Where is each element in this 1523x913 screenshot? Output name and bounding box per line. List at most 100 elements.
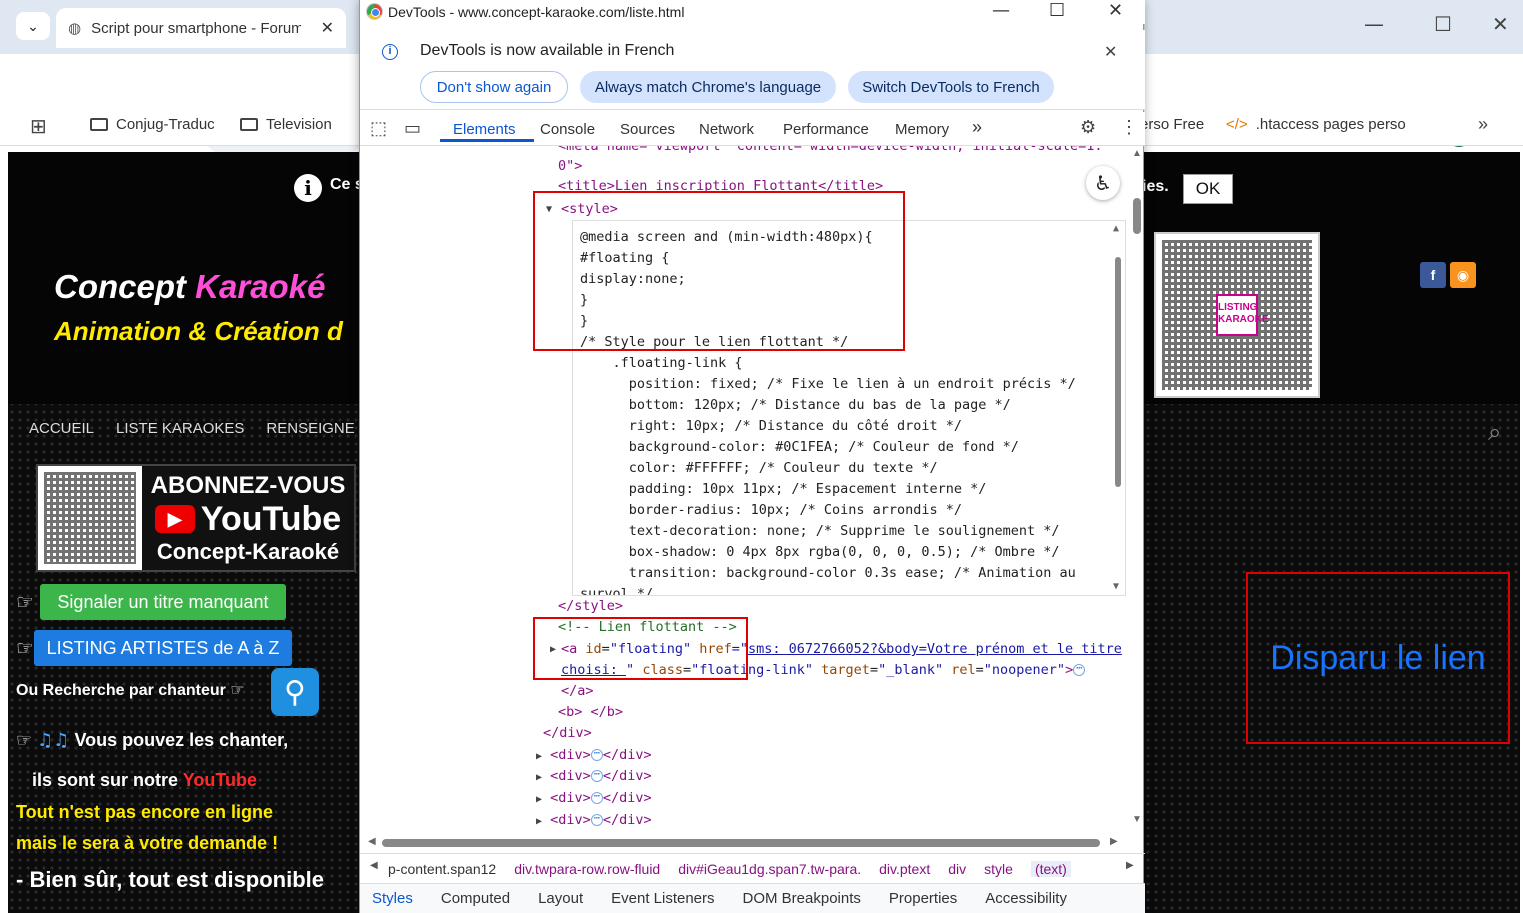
- scrollbar-thumb[interactable]: [1133, 198, 1141, 234]
- browser-tab[interactable]: ◍ Script pour smartphone - Forum ✕: [56, 8, 346, 48]
- youtube-subscribe-banner[interactable]: ABONNEZ-VOUS ▶ YouTube Concept-Karaoké: [36, 464, 356, 572]
- expand-triangle-icon[interactable]: ▶: [536, 772, 542, 783]
- switch-to-french-button[interactable]: Switch DevTools to French: [848, 71, 1054, 103]
- b-tag-line[interactable]: <b> </b>: [558, 702, 623, 723]
- scroll-left-icon[interactable]: ◀: [368, 836, 376, 847]
- tab-search-button[interactable]: ⌄: [16, 12, 50, 40]
- facebook-icon[interactable]: f: [1420, 262, 1446, 288]
- breadcrumb-item[interactable]: div#iGeau1dg.span7.tw-para.: [678, 861, 861, 877]
- crumb-right-icon[interactable]: ▶: [1126, 860, 1134, 871]
- tab-performance[interactable]: Performance: [783, 121, 869, 138]
- bookmark-conjug[interactable]: Conjug-Traduc: [90, 116, 215, 133]
- subtab-accessibility[interactable]: Accessibility: [985, 890, 1067, 907]
- infobar-message: DevTools is now available in French: [420, 42, 675, 59]
- elements-scrollbar[interactable]: ▲ ▼: [1130, 146, 1144, 830]
- subtab-event-listeners[interactable]: Event Listeners: [611, 890, 714, 907]
- bookmark-perso-free[interactable]: erso Free: [1140, 116, 1204, 133]
- nav-liste-karaokes[interactable]: LISTE KARAOKES: [116, 420, 244, 437]
- youtube-word[interactable]: YouTube: [183, 770, 257, 790]
- css-line: padding: 10px 11px; /* Espacement intern…: [580, 481, 987, 497]
- meta-line-cont[interactable]: 0">: [558, 156, 582, 177]
- subtab-layout[interactable]: Layout: [538, 890, 583, 907]
- meta-line[interactable]: <meta name="viewport" content="width=dev…: [558, 146, 1103, 157]
- singer-search-icon[interactable]: ⚲: [271, 668, 319, 716]
- match-language-button[interactable]: Always match Chrome's language: [580, 71, 836, 103]
- div-close-tag[interactable]: </div>: [543, 723, 592, 744]
- expand-triangle-icon[interactable]: ▶: [536, 794, 542, 805]
- site-tagline: Animation & Création d: [54, 316, 343, 346]
- close-tab-icon[interactable]: ✕: [321, 18, 334, 38]
- tab-sources[interactable]: Sources: [620, 121, 675, 138]
- close-window-icon[interactable]: ✕: [1492, 12, 1509, 36]
- ellipsis-icon[interactable]: ⋯: [590, 792, 603, 804]
- tab-memory[interactable]: Memory: [895, 121, 949, 138]
- maximize-icon[interactable]: ☐: [1049, 0, 1065, 21]
- settings-gear-icon[interactable]: ⚙: [1080, 117, 1096, 138]
- horizontal-scrollbar[interactable]: ◀ ▶: [368, 836, 1130, 850]
- subtab-properties[interactable]: Properties: [889, 890, 957, 907]
- accessibility-icon[interactable]: ♿: [1086, 166, 1120, 200]
- device-toolbar-icon[interactable]: ▭: [404, 118, 421, 139]
- style-close-tag[interactable]: </style>: [558, 596, 623, 617]
- tab-console[interactable]: Console: [540, 121, 595, 138]
- collapsed-div[interactable]: ▶ <div> ⋯ </div>: [536, 745, 652, 767]
- minimize-icon[interactable]: —: [1364, 12, 1384, 36]
- nav-accueil[interactable]: ACCUEIL: [29, 420, 94, 437]
- more-bookmarks-icon[interactable]: »: [1478, 114, 1488, 135]
- css-line: color: #FFFFFF; /* Couleur du texte */: [580, 460, 938, 476]
- scroll-down-icon[interactable]: ▼: [1132, 814, 1142, 825]
- breadcrumb-item[interactable]: style: [984, 861, 1013, 877]
- scrollbar-thumb[interactable]: [382, 839, 1100, 847]
- ellipsis-icon[interactable]: ⋯: [590, 749, 603, 761]
- close-infobar-icon[interactable]: ✕: [1104, 42, 1117, 62]
- scroll-up-icon[interactable]: ▲: [1132, 148, 1142, 159]
- ellipsis-icon[interactable]: ⋯: [590, 814, 603, 826]
- subtab-dom-breakpoints[interactable]: DOM Breakpoints: [743, 890, 861, 907]
- language-infobar: i DevTools is now available in French ✕ …: [360, 30, 1145, 110]
- a-close-tag[interactable]: </a>: [561, 681, 594, 702]
- report-missing-title-button[interactable]: Signaler un titre manquant: [40, 584, 286, 620]
- subtab-computed[interactable]: Computed: [441, 890, 510, 907]
- scroll-right-icon[interactable]: ▶: [1110, 836, 1118, 847]
- breadcrumb-item[interactable]: div: [948, 861, 966, 877]
- maximize-icon[interactable]: ☐: [1434, 12, 1452, 36]
- editor-scrollbar[interactable]: ▲ ▼: [1113, 223, 1123, 592]
- breadcrumb-item[interactable]: div.ptext: [879, 861, 930, 877]
- expand-triangle-icon[interactable]: ▶: [536, 816, 542, 827]
- ellipsis-icon[interactable]: ⋯: [590, 770, 603, 782]
- collapsed-div[interactable]: ▶ <div> ⋯ </div>: [536, 766, 652, 788]
- expand-triangle-icon[interactable]: ▶: [536, 751, 542, 762]
- href-link[interactable]: sms: 0672766052?&body=Votre prénom et le…: [748, 641, 1122, 657]
- apps-icon[interactable]: ⊞: [30, 114, 47, 139]
- dont-show-again-button[interactable]: Don't show again: [420, 71, 568, 103]
- breadcrumb-item-selected[interactable]: (text): [1030, 860, 1071, 877]
- scrollbar-thumb[interactable]: [1115, 257, 1121, 487]
- ellipsis-icon[interactable]: ⋯: [1073, 664, 1086, 676]
- scroll-up-icon[interactable]: ▲: [1113, 223, 1119, 234]
- minimize-icon[interactable]: —: [992, 0, 1010, 21]
- subtab-styles[interactable]: Styles: [372, 890, 413, 907]
- artist-listing-button[interactable]: LISTING ARTISTES de A à Z: [34, 630, 292, 666]
- target-value: "_blank": [878, 662, 944, 678]
- tab-elements[interactable]: Elements: [453, 121, 516, 138]
- search-icon[interactable]: ⌕: [1488, 418, 1501, 446]
- bookmark-htaccess[interactable]: </> .htaccess pages perso: [1226, 116, 1406, 133]
- bookmark-television[interactable]: Television: [240, 116, 332, 133]
- crumb-left-icon[interactable]: ◀: [370, 860, 378, 871]
- site-logo-title[interactable]: Concept Karaoké: [54, 268, 325, 306]
- breadcrumb-item[interactable]: div.twpara-row.row-fluid: [514, 861, 660, 877]
- cookie-ok-button[interactable]: OK: [1183, 174, 1233, 204]
- close-window-icon[interactable]: ✕: [1108, 0, 1123, 21]
- rss-icon[interactable]: ◉: [1450, 262, 1476, 288]
- tab-network[interactable]: Network: [699, 121, 754, 138]
- breadcrumb-item[interactable]: p-content.span12: [360, 861, 496, 877]
- youtube-wordmark: YouTube: [200, 499, 342, 538]
- scroll-down-icon[interactable]: ▼: [1113, 581, 1119, 592]
- nav-renseignements[interactable]: RENSEIGNE: [266, 420, 354, 437]
- more-tabs-icon[interactable]: »: [972, 117, 982, 138]
- listing-qr-code[interactable]: LISTING KARAOKE: [1154, 232, 1320, 398]
- devtools-menu-icon[interactable]: ⋮: [1120, 117, 1138, 138]
- inspect-element-icon[interactable]: ⬚: [370, 118, 387, 139]
- collapsed-div[interactable]: ▶ <div> ⋯ </div>: [536, 810, 652, 830]
- collapsed-div[interactable]: ▶ <div> ⋯ </div>: [536, 788, 652, 810]
